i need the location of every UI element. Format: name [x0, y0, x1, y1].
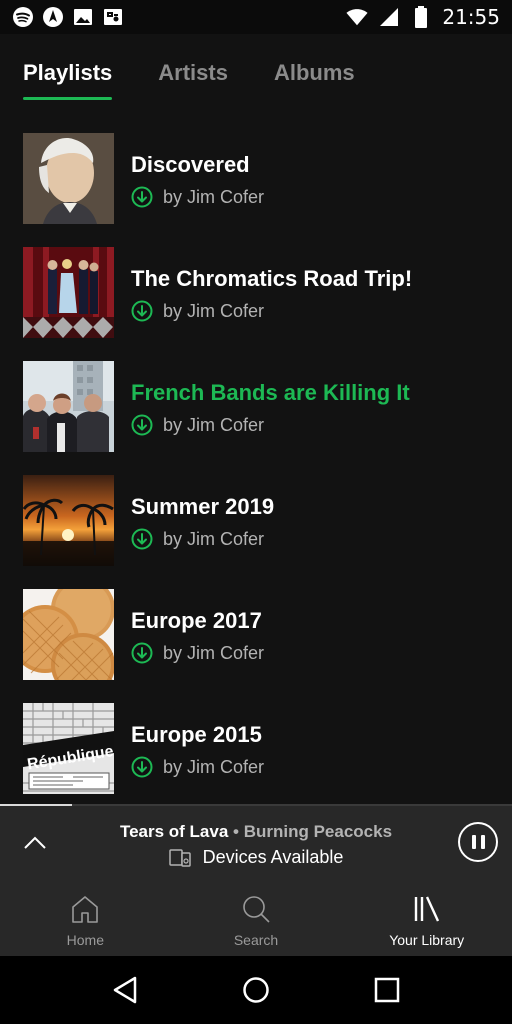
now-playing-separator: •: [233, 822, 239, 841]
home-system-button[interactable]: [236, 970, 276, 1010]
home-icon: [72, 896, 99, 923]
status-left-icons: [12, 6, 124, 28]
nav-icon: [42, 6, 64, 28]
playlist-owner: by Jim Cofer: [163, 300, 265, 321]
playlist-title: Discovered: [131, 152, 250, 177]
library-icon: [414, 896, 439, 922]
tab-playlists[interactable]: Playlists: [23, 60, 113, 100]
battery-icon: [410, 6, 432, 28]
playlist-item[interactable]: République Europe 2015 by Jim Cofer: [23, 703, 493, 817]
tab-albums[interactable]: Albums: [274, 60, 355, 100]
android-navigation-bar: [0, 956, 512, 1024]
bottom-navigation: Home Search Your Library: [0, 880, 512, 956]
playlist-item[interactable]: The Chromatics Road Trip! by Jim Cofer: [23, 247, 493, 361]
playlist-item[interactable]: Discovered by Jim Cofer: [23, 133, 493, 247]
nav-home[interactable]: Home: [0, 880, 171, 956]
recents-square-icon: [374, 977, 399, 1003]
downloaded-icon: [131, 756, 153, 778]
playlist-item[interactable]: Europe 2017 by Jim Cofer: [23, 589, 493, 703]
pause-button[interactable]: [458, 822, 498, 862]
playlist-owner: by Jim Cofer: [163, 528, 265, 549]
playlist-cover-discovered: [23, 133, 114, 224]
playlist-title: Europe 2015: [131, 722, 262, 747]
maps-icon: [102, 6, 124, 28]
nav-home-label: Home: [66, 932, 105, 948]
playlist-cover-french-bands: [23, 361, 114, 452]
playlist-title: The Chromatics Road Trip!: [131, 266, 413, 291]
signal-icon: [378, 6, 400, 28]
downloaded-icon: [131, 414, 153, 436]
now-playing-line: Tears of Lava • Burning Peacocks: [0, 822, 512, 842]
playlist-cover-chromatics: [23, 247, 114, 338]
mini-player[interactable]: Tears of Lava • Burning Peacocks Devices…: [0, 806, 512, 880]
playlist-owner: by Jim Cofer: [163, 414, 265, 435]
playlist-cover-europe-2015: République: [23, 703, 114, 794]
playlist-title: Summer 2019: [131, 494, 275, 519]
back-button[interactable]: [105, 970, 145, 1010]
playlist-cover-europe-2017: [23, 589, 114, 680]
playlist-cover-summer-2019: [23, 475, 114, 566]
nav-search[interactable]: Search: [171, 880, 342, 956]
playlist-item[interactable]: French Bands are Killing It by Jim Cofer: [23, 361, 493, 475]
pause-icon-bar: [480, 835, 485, 849]
playlist-owner: by Jim Cofer: [163, 756, 265, 777]
downloaded-icon: [131, 300, 153, 322]
image-icon: [72, 6, 94, 28]
status-time: 21:55: [442, 5, 500, 29]
downloaded-icon: [131, 186, 153, 208]
tab-artists[interactable]: Artists: [158, 60, 228, 100]
playlist-list: Discovered by Jim Cofer The Chromatics R…: [23, 133, 493, 817]
playlist-title: Europe 2017: [131, 608, 262, 633]
now-playing-track: Tears of Lava: [119, 822, 229, 841]
playlist-title: French Bands are Killing It: [131, 380, 410, 405]
devices-icon: [168, 848, 191, 867]
status-bar: 21:55: [0, 0, 512, 34]
spotify-icon: [12, 6, 34, 28]
nav-search-label: Search: [233, 932, 279, 948]
downloaded-icon: [131, 528, 153, 550]
nav-your-library-label: Your Library: [389, 932, 465, 948]
playlist-owner: by Jim Cofer: [163, 642, 265, 663]
wifi-icon: [346, 6, 368, 28]
home-circle-icon: [243, 977, 269, 1003]
nav-your-library[interactable]: Your Library: [341, 880, 512, 956]
downloaded-icon: [131, 642, 153, 664]
pause-icon-bar: [471, 835, 476, 849]
playlist-item[interactable]: Summer 2019 by Jim Cofer: [23, 475, 493, 589]
status-right: 21:55: [346, 5, 500, 29]
search-icon: [243, 896, 270, 923]
now-playing-artist: Burning Peacocks: [243, 822, 393, 841]
devices-available-button[interactable]: Devices Available: [0, 847, 512, 868]
back-triangle-icon: [114, 976, 137, 1004]
library-tabs: Playlists Artists Albums: [23, 60, 355, 100]
recents-button[interactable]: [367, 970, 407, 1010]
playlist-owner: by Jim Cofer: [163, 186, 265, 207]
devices-available-label: Devices Available: [202, 847, 344, 867]
